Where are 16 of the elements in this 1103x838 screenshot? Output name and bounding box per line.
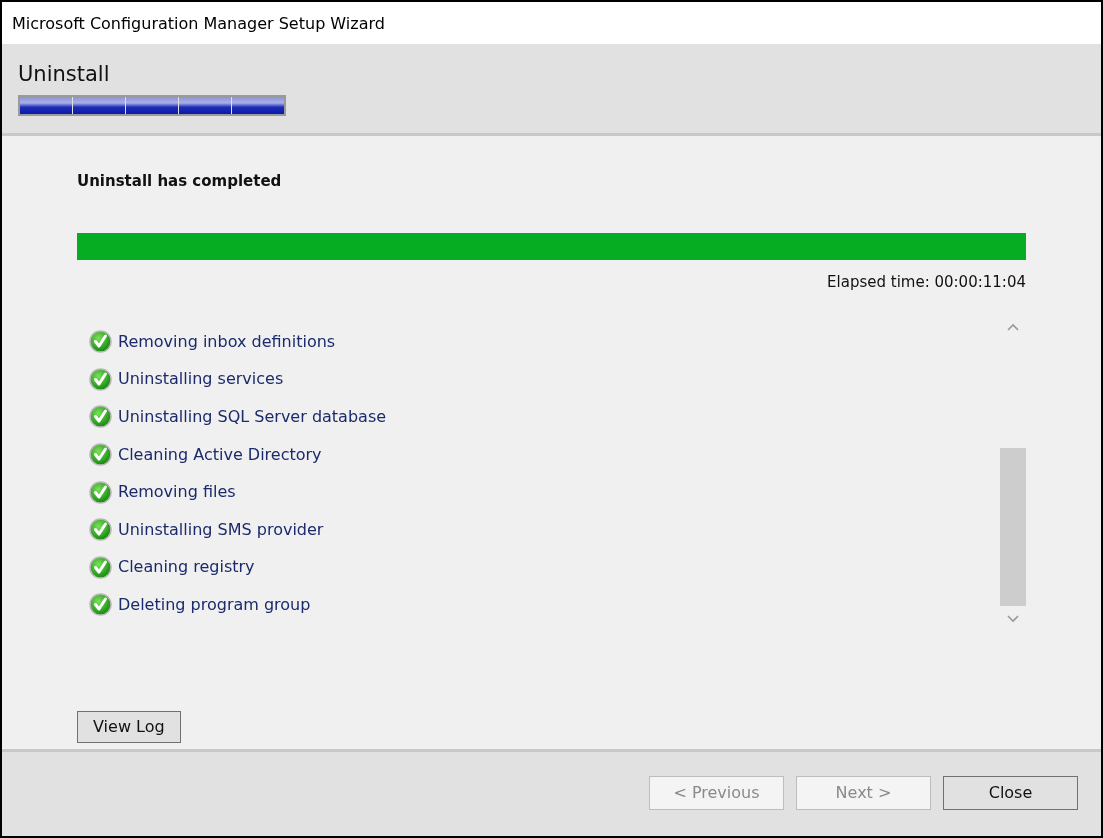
status-message: Uninstall has completed bbox=[77, 171, 282, 192]
view-log-button[interactable]: View Log bbox=[77, 711, 181, 743]
task-label: Cleaning registry bbox=[118, 556, 255, 579]
task-label: Uninstalling SMS provider bbox=[118, 518, 324, 541]
task-label: Uninstalling services bbox=[118, 368, 284, 391]
task-label: Deleting program group bbox=[118, 593, 311, 616]
task-label: Removing inbox definitions bbox=[118, 330, 336, 353]
task-label: Cleaning Active Directory bbox=[118, 443, 322, 466]
page-title: Uninstall bbox=[18, 62, 111, 88]
scroll-down-icon[interactable] bbox=[1007, 615, 1019, 623]
task-label: Removing files bbox=[118, 481, 236, 504]
wizard-button[interactable]: Close bbox=[943, 776, 1078, 810]
scrollbar-thumb[interactable] bbox=[1000, 448, 1026, 606]
elapsed-time: Elapsed time: 00:00:11:04 bbox=[827, 271, 1026, 293]
task-label: Uninstalling SQL Server database bbox=[118, 406, 387, 428]
scroll-up-icon[interactable] bbox=[1007, 323, 1019, 331]
